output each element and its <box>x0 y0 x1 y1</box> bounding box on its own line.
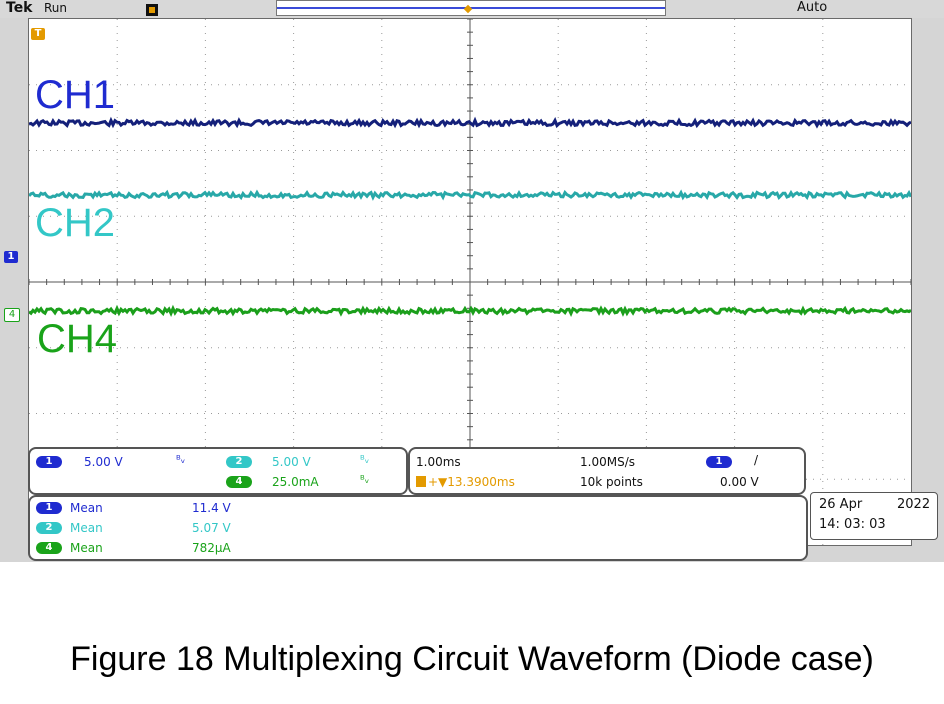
trigger-source-badge[interactable]: 1 <box>706 456 732 468</box>
datetime-panel: 26 Apr 2022 14: 03: 03 <box>810 492 938 540</box>
ch1-scale: 5.00 V <box>84 455 123 469</box>
meas-ch2-badge[interactable]: 2 <box>36 522 62 534</box>
trigger-position-icon <box>146 4 158 16</box>
meas-ch4-value: 782µA <box>192 541 231 555</box>
figure-caption: Figure 18 Multiplexing Circuit Waveform … <box>70 640 874 678</box>
trigger-slope-icon: / <box>754 453 759 467</box>
oscilloscope-screen: Tek Run Auto CH1 CH2 CH4 T 1 4 1 5.00 V … <box>0 0 944 562</box>
ch2-badge[interactable]: 2 <box>226 456 252 468</box>
ch4-trace <box>29 304 911 317</box>
horizontal-scale: 1.00ms <box>416 455 461 469</box>
ch4-badge[interactable]: 4 <box>226 476 252 488</box>
ch2-label: CH2 <box>35 201 116 245</box>
trigger-mode: Auto <box>797 0 828 15</box>
record-length: 10k points <box>580 475 643 489</box>
meas-ch4-badge[interactable]: 4 <box>36 542 62 554</box>
measurements-panel: 1 Mean 11.4 V 2 Mean 5.07 V 4 Mean 782µA <box>28 495 808 561</box>
horizontal-settings-panel: 1.00ms 1.00MS/s 1 / +▼13.3900ms 10k poin… <box>408 447 806 495</box>
run-status: Run <box>44 1 68 15</box>
ch4-ground-marker-icon[interactable]: 4 <box>4 308 20 322</box>
horizontal-delay: +▼13.3900ms <box>428 475 515 489</box>
time: 14: 03: 03 <box>819 517 886 532</box>
delay-icon <box>416 476 426 487</box>
status-bar: Tek Run Auto <box>0 0 944 18</box>
meas-ch2-label: Mean <box>70 521 103 535</box>
vertical-settings-panel: 1 5.00 V ᴮᵥ 2 5.00 V ᴮᵥ 4 25.0mA ᴮᵥ <box>28 447 408 495</box>
brand-logo: Tek <box>6 0 33 16</box>
trigger-marker-icon: T <box>31 28 45 40</box>
meas-ch2-value: 5.07 V <box>192 521 231 535</box>
ch4-bandwidth-icon: ᴮᵥ <box>360 473 370 486</box>
meas-ch1-value: 11.4 V <box>192 501 231 515</box>
ch1-badge[interactable]: 1 <box>36 456 62 468</box>
ch1-bandwidth-icon: ᴮᵥ <box>176 453 186 466</box>
year: 2022 <box>897 497 931 512</box>
ch1-label: CH1 <box>35 73 116 117</box>
sample-rate: 1.00MS/s <box>580 455 635 469</box>
ch4-label: CH4 <box>37 317 118 361</box>
ch2-scale: 5.00 V <box>272 455 311 469</box>
meas-ch4-label: Mean <box>70 541 103 555</box>
date: 26 Apr <box>819 497 863 512</box>
ch4-scale: 25.0mA <box>272 475 319 489</box>
ch1-ground-marker-icon[interactable]: 1 <box>4 251 18 263</box>
trigger-level: 0.00 V <box>720 475 759 489</box>
meas-ch1-label: Mean <box>70 501 103 515</box>
record-view-bar <box>276 0 666 16</box>
ch2-bandwidth-icon: ᴮᵥ <box>360 453 370 466</box>
meas-ch1-badge[interactable]: 1 <box>36 502 62 514</box>
